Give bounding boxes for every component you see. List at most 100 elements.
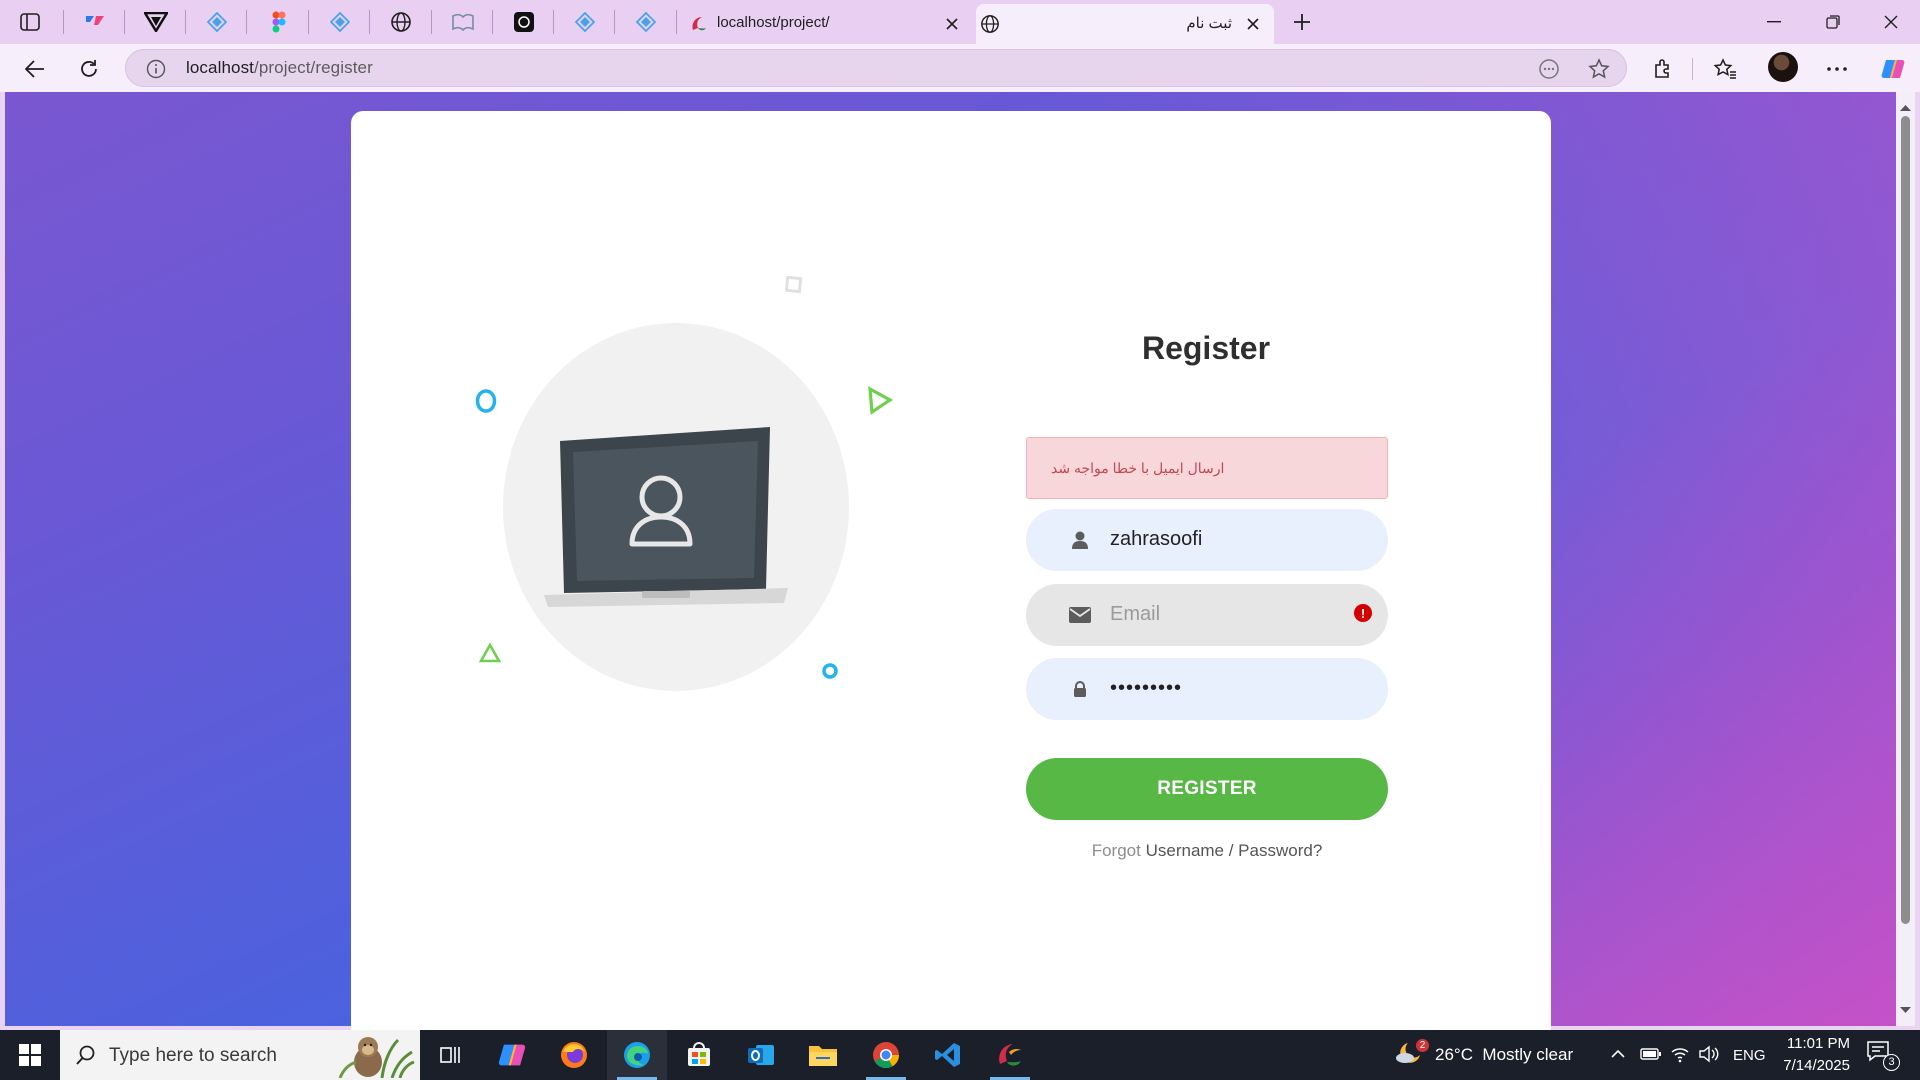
restore-button[interactable] bbox=[1810, 6, 1856, 38]
lock-icon bbox=[1068, 677, 1092, 701]
tab-register[interactable]: ثبت نام bbox=[976, 4, 1274, 44]
close-window-button[interactable] bbox=[1868, 6, 1914, 38]
laptop-user-illustration bbox=[544, 427, 788, 607]
page-title: Register bbox=[1141, 330, 1271, 366]
email-field[interactable]: Email ! bbox=[1026, 584, 1388, 646]
refresh-button[interactable] bbox=[72, 52, 106, 86]
taskbar-xampp[interactable] bbox=[980, 1030, 1040, 1080]
favorite-star-icon[interactable] bbox=[1588, 58, 1610, 80]
site-info-icon[interactable] bbox=[146, 59, 166, 79]
pinned-tab-framer-icon[interactable] bbox=[72, 6, 118, 38]
pinned-tab-diamond-icon[interactable] bbox=[194, 6, 240, 38]
username-field[interactable]: zahrasoofi bbox=[1026, 509, 1388, 571]
error-alert-text: ارسال ایمیل با خطا مواجه شد bbox=[1051, 460, 1225, 476]
validation-error-icon: ! bbox=[1354, 604, 1372, 622]
taskbar-chrome[interactable] bbox=[856, 1030, 916, 1080]
volume-icon[interactable] bbox=[1698, 1045, 1720, 1063]
refresh-icon bbox=[81, 60, 97, 77]
taskbar-outlook[interactable] bbox=[731, 1030, 791, 1080]
taskbar-store[interactable] bbox=[669, 1030, 729, 1080]
minimize-button[interactable] bbox=[1751, 6, 1797, 38]
clock[interactable]: 11:01 PM 7/14/2025 bbox=[1760, 1033, 1850, 1077]
profile-avatar[interactable] bbox=[1768, 52, 1798, 82]
folder-icon bbox=[809, 1046, 837, 1066]
chrome-favicon-icon bbox=[692, 17, 706, 31]
tab-separator bbox=[246, 10, 247, 34]
close-tab-icon[interactable] bbox=[1244, 15, 1262, 33]
error-alert: ارسال ایمیل با خطا مواجه شد bbox=[1026, 437, 1388, 499]
password-field[interactable]: ••••••••• bbox=[1026, 658, 1388, 720]
tab-strip: localhost/project/ ثبت نام bbox=[0, 0, 1920, 44]
copilot-icon bbox=[1881, 60, 1905, 78]
weather-text: 26°C Mostly clear bbox=[1435, 1045, 1574, 1064]
start-button[interactable] bbox=[0, 1030, 60, 1080]
url-host: localhost bbox=[186, 58, 254, 77]
circle-decoration-icon bbox=[475, 389, 497, 413]
triangle-decoration-icon bbox=[478, 642, 502, 663]
forgot-credentials: Forgot Username / Password? bbox=[1026, 841, 1388, 861]
taskbar-vscode[interactable] bbox=[918, 1030, 978, 1080]
notification-count: 3 bbox=[1883, 1054, 1900, 1071]
register-button[interactable]: REGISTER bbox=[1026, 758, 1388, 820]
copilot-icon bbox=[498, 1044, 526, 1066]
favorites-button[interactable] bbox=[1708, 52, 1742, 86]
taskbar-firefox[interactable] bbox=[544, 1030, 604, 1080]
taskbar-edge[interactable] bbox=[607, 1030, 667, 1080]
weather-badge: 2 bbox=[1416, 1039, 1429, 1052]
pinned-tab-figma-icon[interactable] bbox=[256, 6, 302, 38]
browser-toolbar: localhost/project/register bbox=[0, 44, 1920, 92]
tab-actions-icon[interactable] bbox=[14, 9, 46, 35]
forgot-link[interactable]: Username / Password? bbox=[1146, 841, 1323, 860]
battery-icon[interactable] bbox=[1640, 1047, 1662, 1061]
wifi-icon[interactable] bbox=[1670, 1045, 1690, 1063]
outlook-icon bbox=[748, 1045, 774, 1065]
pinned-tab-openai-icon[interactable] bbox=[501, 6, 547, 38]
globe-icon bbox=[981, 15, 999, 33]
scrollbar-thumb[interactable] bbox=[1901, 116, 1910, 924]
clock-time: 11:01 PM bbox=[1786, 1035, 1850, 1052]
page-scrollbar[interactable] bbox=[1896, 92, 1915, 1026]
pinned-tab-book-icon[interactable] bbox=[440, 6, 486, 38]
xampp-icon bbox=[999, 1044, 1021, 1066]
tab-separator bbox=[492, 10, 493, 34]
tab-separator bbox=[369, 10, 370, 34]
back-button[interactable] bbox=[18, 52, 52, 86]
more-options-button[interactable] bbox=[1820, 52, 1854, 86]
address-bar[interactable]: localhost/project/register bbox=[125, 49, 1627, 87]
email-placeholder: Email bbox=[1110, 603, 1161, 625]
windows-taskbar: Type here to search 2 26°C Mostly clear … bbox=[0, 1030, 1920, 1080]
edge-icon bbox=[624, 1042, 650, 1068]
pinned-tab-globe-icon[interactable] bbox=[378, 6, 424, 38]
ellipsis-icon bbox=[1827, 67, 1847, 71]
pinned-tab-diamond-icon-4[interactable] bbox=[623, 6, 669, 38]
task-view-icon bbox=[440, 1047, 460, 1063]
tab-localhost-project[interactable]: localhost/project/ bbox=[683, 4, 973, 44]
close-tab-icon[interactable] bbox=[943, 15, 961, 33]
play-triangle-decoration-icon bbox=[868, 386, 894, 415]
vscode-icon bbox=[935, 1043, 960, 1067]
taskbar-search-box[interactable]: Type here to search bbox=[60, 1030, 420, 1080]
scroll-up-icon[interactable] bbox=[1899, 102, 1912, 114]
back-arrow-icon bbox=[25, 60, 44, 78]
notification-center-button[interactable]: 3 bbox=[1866, 1040, 1900, 1071]
reading-mode-icon[interactable] bbox=[1538, 58, 1560, 80]
favorites-icon bbox=[1713, 58, 1736, 79]
username-value: zahrasoofi bbox=[1110, 528, 1203, 550]
extensions-button[interactable] bbox=[1646, 52, 1680, 86]
copilot-button[interactable] bbox=[1876, 52, 1910, 86]
toolbar-separator bbox=[1692, 58, 1693, 80]
show-hidden-icons-chevron-icon[interactable] bbox=[1610, 1047, 1626, 1061]
envelope-icon bbox=[1068, 603, 1092, 627]
scroll-down-icon[interactable] bbox=[1899, 1004, 1912, 1016]
pinned-tab-diamond-icon-2[interactable] bbox=[317, 6, 363, 38]
tab-title: ثبت نام bbox=[1186, 15, 1232, 32]
new-tab-button[interactable] bbox=[1288, 8, 1316, 36]
forgot-prefix: Forgot bbox=[1091, 841, 1141, 860]
taskbar-file-explorer[interactable] bbox=[793, 1030, 853, 1080]
taskbar-copilot[interactable] bbox=[482, 1030, 542, 1080]
task-view-button[interactable] bbox=[420, 1030, 480, 1080]
small-circle-decoration-icon bbox=[822, 663, 838, 679]
pinned-tab-vuetify-icon[interactable] bbox=[133, 6, 179, 38]
pinned-tab-diamond-icon-3[interactable] bbox=[562, 6, 608, 38]
weather-widget[interactable]: 2 26°C Mostly clear bbox=[1395, 1030, 1573, 1080]
